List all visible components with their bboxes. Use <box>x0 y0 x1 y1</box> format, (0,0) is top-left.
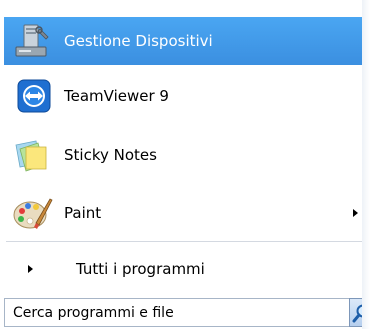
search-box <box>4 298 370 329</box>
all-programs-button[interactable]: Tutti i programmi <box>4 252 362 286</box>
arrow-right-icon <box>28 265 33 273</box>
start-menu: Gestione Dispositivi TeamViewer 9 Sticky… <box>0 0 370 329</box>
teamviewer-icon <box>10 76 54 116</box>
menu-item-sticky-notes[interactable]: Sticky Notes <box>4 131 362 179</box>
device-manager-icon <box>10 21 54 61</box>
all-programs-label: Tutti i programmi <box>76 260 205 278</box>
submenu-arrow-icon <box>353 209 358 217</box>
menu-item-label: Paint <box>64 204 102 222</box>
separator <box>6 241 362 242</box>
menu-item-label: TeamViewer 9 <box>64 87 169 105</box>
paint-palette-icon <box>10 193 54 233</box>
menu-item-label: Gestione Dispositivi <box>64 32 213 50</box>
sticky-notes-icon <box>10 135 54 175</box>
menu-item-device-manager[interactable]: Gestione Dispositivi <box>4 17 362 65</box>
menu-item-teamviewer[interactable]: TeamViewer 9 <box>4 72 362 120</box>
menu-item-label: Sticky Notes <box>64 146 157 164</box>
menu-item-paint[interactable]: Paint <box>4 189 362 237</box>
search-input[interactable] <box>4 298 349 327</box>
start-menu-programs-pane: Gestione Dispositivi TeamViewer 9 Sticky… <box>0 0 370 329</box>
right-pane-edge <box>362 0 370 329</box>
